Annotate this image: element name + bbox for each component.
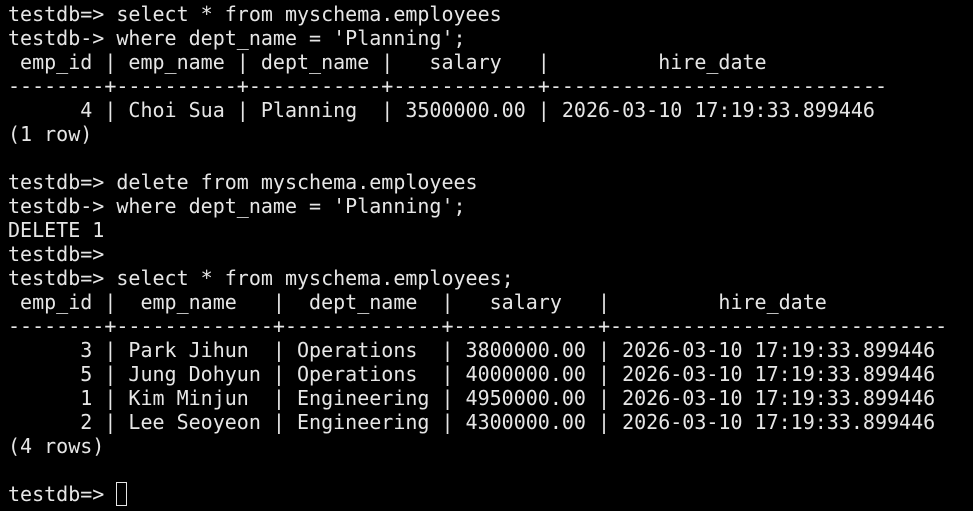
result-table-separator: --------+-------------+-------------+---… xyxy=(8,314,948,338)
text-cursor[interactable] xyxy=(116,482,128,506)
command-status: DELETE 1 xyxy=(8,218,105,242)
terminal-line: testdb=> xyxy=(8,242,105,266)
result-table-header: emp_id | emp_name | dept_name | salary |… xyxy=(8,290,827,314)
prompt: testdb=> xyxy=(8,482,117,506)
terminal-line: testdb=> delete from myschema.employees xyxy=(8,170,478,194)
table-row: 4 | Choi Sua | Planning | 3500000.00 | 2… xyxy=(8,98,875,122)
result-table-header: emp_id | emp_name | dept_name | salary |… xyxy=(8,50,767,74)
terminal-line: testdb-> where dept_name = 'Planning'; xyxy=(8,26,466,50)
table-row: 1 | Kim Minjun | Engineering | 4950000.0… xyxy=(8,386,936,410)
terminal-line: testdb-> where dept_name = 'Planning'; xyxy=(8,194,466,218)
table-row: 2 | Lee Seoyeon | Engineering | 4300000.… xyxy=(8,410,936,434)
input-line[interactable]: testdb=> xyxy=(8,482,973,506)
table-row: 5 | Jung Dohyun | Operations | 4000000.0… xyxy=(8,362,936,386)
row-count: (1 row) xyxy=(8,122,93,146)
terminal-line: testdb=> select * from myschema.employee… xyxy=(8,2,502,26)
table-row: 3 | Park Jihun | Operations | 3800000.00… xyxy=(8,338,936,362)
result-table-separator: --------+----------+-----------+--------… xyxy=(8,74,887,98)
terminal-window[interactable]: testdb=> select * from myschema.employee… xyxy=(0,0,973,511)
row-count: (4 rows) xyxy=(8,434,105,458)
terminal-line: testdb=> select * from myschema.employee… xyxy=(8,266,514,290)
